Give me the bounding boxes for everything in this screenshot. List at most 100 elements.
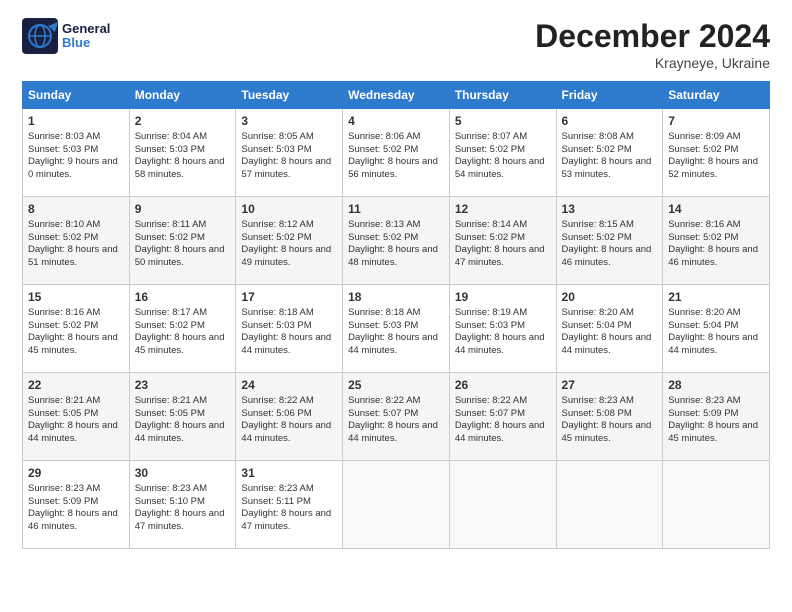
day-info: Sunrise: 8:22 AM Sunset: 5:07 PM Dayligh… (348, 395, 444, 446)
table-row: 26 Sunrise: 8:22 AM Sunset: 5:07 PM Dayl… (449, 373, 556, 461)
sunset-label: Sunset: 5:05 PM (135, 408, 205, 419)
sunrise-label: Sunrise: 8:23 AM (28, 483, 100, 494)
sunset-label: Sunset: 5:07 PM (348, 408, 418, 419)
calendar-week-row: 22 Sunrise: 8:21 AM Sunset: 5:05 PM Dayl… (23, 373, 770, 461)
sunset-label: Sunset: 5:04 PM (668, 320, 738, 331)
day-number: 28 (668, 377, 764, 394)
day-info: Sunrise: 8:18 AM Sunset: 5:03 PM Dayligh… (348, 307, 444, 358)
day-info: Sunrise: 8:21 AM Sunset: 5:05 PM Dayligh… (135, 395, 231, 446)
day-info: Sunrise: 8:23 AM Sunset: 5:09 PM Dayligh… (668, 395, 764, 446)
sunset-label: Sunset: 5:09 PM (668, 408, 738, 419)
day-info: Sunrise: 8:16 AM Sunset: 5:02 PM Dayligh… (668, 219, 764, 270)
sunrise-label: Sunrise: 8:23 AM (668, 395, 740, 406)
col-friday: Friday (556, 82, 663, 109)
table-row: 20 Sunrise: 8:20 AM Sunset: 5:04 PM Dayl… (556, 285, 663, 373)
daylight-label: Daylight: 8 hours and 45 minutes. (135, 332, 225, 356)
table-row: 17 Sunrise: 8:18 AM Sunset: 5:03 PM Dayl… (236, 285, 343, 373)
day-number: 12 (455, 201, 551, 218)
day-number: 5 (455, 113, 551, 130)
sunrise-label: Sunrise: 8:21 AM (28, 395, 100, 406)
sunrise-label: Sunrise: 8:16 AM (28, 307, 100, 318)
page: General Blue December 2024 Krayneye, Ukr… (0, 0, 792, 612)
sunrise-label: Sunrise: 8:21 AM (135, 395, 207, 406)
logo-globe (22, 18, 58, 54)
daylight-label: Daylight: 8 hours and 48 minutes. (348, 244, 438, 268)
day-number: 31 (241, 465, 337, 482)
table-row: 29 Sunrise: 8:23 AM Sunset: 5:09 PM Dayl… (23, 461, 130, 549)
daylight-label: Daylight: 8 hours and 47 minutes. (455, 244, 545, 268)
day-number: 18 (348, 289, 444, 306)
daylight-label: Daylight: 8 hours and 57 minutes. (241, 156, 331, 180)
day-number: 6 (562, 113, 658, 130)
table-row: 27 Sunrise: 8:23 AM Sunset: 5:08 PM Dayl… (556, 373, 663, 461)
day-number: 25 (348, 377, 444, 394)
day-info: Sunrise: 8:16 AM Sunset: 5:02 PM Dayligh… (28, 307, 124, 358)
header: General Blue December 2024 Krayneye, Ukr… (22, 18, 770, 71)
day-number: 13 (562, 201, 658, 218)
day-info: Sunrise: 8:20 AM Sunset: 5:04 PM Dayligh… (668, 307, 764, 358)
table-row: 5 Sunrise: 8:07 AM Sunset: 5:02 PM Dayli… (449, 109, 556, 197)
day-info: Sunrise: 8:05 AM Sunset: 5:03 PM Dayligh… (241, 131, 337, 182)
table-row: 6 Sunrise: 8:08 AM Sunset: 5:02 PM Dayli… (556, 109, 663, 197)
table-row: 31 Sunrise: 8:23 AM Sunset: 5:11 PM Dayl… (236, 461, 343, 549)
sunrise-label: Sunrise: 8:17 AM (135, 307, 207, 318)
col-monday: Monday (129, 82, 236, 109)
daylight-label: Daylight: 8 hours and 44 minutes. (241, 332, 331, 356)
sunset-label: Sunset: 5:03 PM (241, 320, 311, 331)
sunset-label: Sunset: 5:03 PM (455, 320, 525, 331)
sunrise-label: Sunrise: 8:23 AM (135, 483, 207, 494)
table-row: 3 Sunrise: 8:05 AM Sunset: 5:03 PM Dayli… (236, 109, 343, 197)
sunrise-label: Sunrise: 8:22 AM (348, 395, 420, 406)
col-wednesday: Wednesday (343, 82, 450, 109)
daylight-label: Daylight: 8 hours and 44 minutes. (455, 332, 545, 356)
sunrise-label: Sunrise: 8:16 AM (668, 219, 740, 230)
day-info: Sunrise: 8:11 AM Sunset: 5:02 PM Dayligh… (135, 219, 231, 270)
sunset-label: Sunset: 5:03 PM (28, 144, 98, 155)
day-number: 15 (28, 289, 124, 306)
day-info: Sunrise: 8:20 AM Sunset: 5:04 PM Dayligh… (562, 307, 658, 358)
logo-text-blue: Blue (62, 36, 110, 50)
day-number: 4 (348, 113, 444, 130)
day-number: 27 (562, 377, 658, 394)
sunset-label: Sunset: 5:03 PM (241, 144, 311, 155)
table-row: 10 Sunrise: 8:12 AM Sunset: 5:02 PM Dayl… (236, 197, 343, 285)
month-title: December 2024 (535, 18, 770, 55)
col-sunday: Sunday (23, 82, 130, 109)
logo-text-general: General (62, 22, 110, 36)
day-number: 23 (135, 377, 231, 394)
day-info: Sunrise: 8:22 AM Sunset: 5:07 PM Dayligh… (455, 395, 551, 446)
col-tuesday: Tuesday (236, 82, 343, 109)
table-row: 4 Sunrise: 8:06 AM Sunset: 5:02 PM Dayli… (343, 109, 450, 197)
daylight-label: Daylight: 9 hours and 0 minutes. (28, 156, 118, 180)
sunrise-label: Sunrise: 8:15 AM (562, 219, 634, 230)
day-number: 20 (562, 289, 658, 306)
sunrise-label: Sunrise: 8:03 AM (28, 131, 100, 142)
day-info: Sunrise: 8:10 AM Sunset: 5:02 PM Dayligh… (28, 219, 124, 270)
day-number: 14 (668, 201, 764, 218)
daylight-label: Daylight: 8 hours and 44 minutes. (348, 332, 438, 356)
sunset-label: Sunset: 5:04 PM (562, 320, 632, 331)
daylight-label: Daylight: 8 hours and 58 minutes. (135, 156, 225, 180)
table-row: 15 Sunrise: 8:16 AM Sunset: 5:02 PM Dayl… (23, 285, 130, 373)
day-info: Sunrise: 8:22 AM Sunset: 5:06 PM Dayligh… (241, 395, 337, 446)
table-row: 24 Sunrise: 8:22 AM Sunset: 5:06 PM Dayl… (236, 373, 343, 461)
sunrise-label: Sunrise: 8:09 AM (668, 131, 740, 142)
subtitle: Krayneye, Ukraine (535, 55, 770, 71)
table-row: 8 Sunrise: 8:10 AM Sunset: 5:02 PM Dayli… (23, 197, 130, 285)
day-info: Sunrise: 8:14 AM Sunset: 5:02 PM Dayligh… (455, 219, 551, 270)
sunrise-label: Sunrise: 8:12 AM (241, 219, 313, 230)
day-number: 21 (668, 289, 764, 306)
day-number: 26 (455, 377, 551, 394)
table-row (663, 461, 770, 549)
sunrise-label: Sunrise: 8:18 AM (348, 307, 420, 318)
daylight-label: Daylight: 8 hours and 44 minutes. (135, 420, 225, 444)
day-number: 10 (241, 201, 337, 218)
sunset-label: Sunset: 5:02 PM (348, 232, 418, 243)
day-info: Sunrise: 8:13 AM Sunset: 5:02 PM Dayligh… (348, 219, 444, 270)
sunrise-label: Sunrise: 8:06 AM (348, 131, 420, 142)
sunset-label: Sunset: 5:05 PM (28, 408, 98, 419)
sunset-label: Sunset: 5:02 PM (562, 232, 632, 243)
daylight-label: Daylight: 8 hours and 44 minutes. (562, 332, 652, 356)
daylight-label: Daylight: 8 hours and 44 minutes. (348, 420, 438, 444)
table-row: 1 Sunrise: 8:03 AM Sunset: 5:03 PM Dayli… (23, 109, 130, 197)
